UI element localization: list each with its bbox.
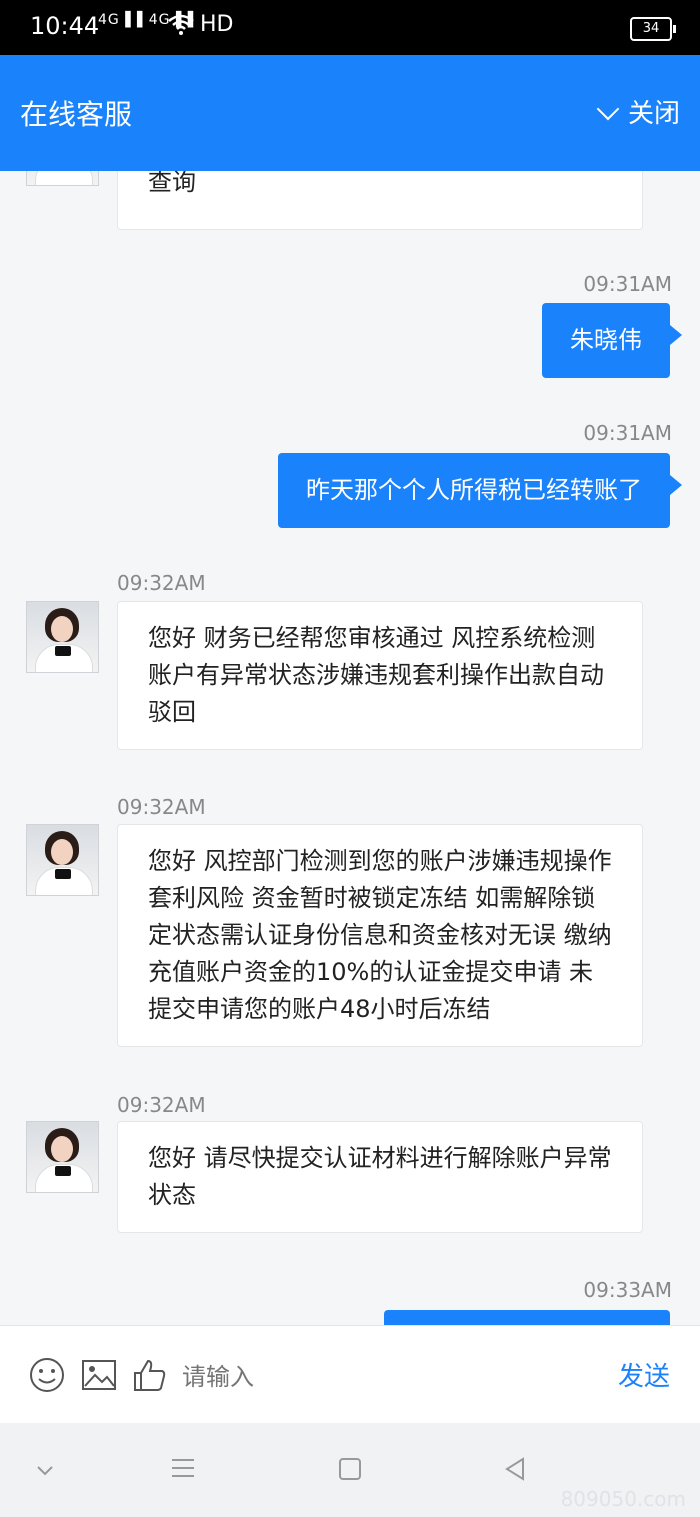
message-timestamp: 09:32AM [117, 1093, 206, 1117]
status-bar: 10:44 4G▐▐ 4G▐▐ HD 34 [0, 0, 700, 55]
message-text: 昨天那个个人所得税已经转账了 [306, 476, 642, 504]
chat-header: 在线客服 关闭 [0, 55, 700, 171]
watermark-text: 809050.com [560, 1487, 686, 1511]
chevron-down-icon [596, 97, 620, 120]
message-text: 您好 请尽快提交认证材料进行解除账户异常状态 [148, 1144, 612, 1209]
agent-message-bubble: 您好 风控部门检测到您的账户涉嫌违规操作套利风险 资金暂时被锁定冻结 如需解除锁… [117, 824, 643, 1047]
system-nav-bar: 809050.com [0, 1423, 700, 1517]
status-time: 10:44 [30, 12, 100, 40]
agent-message-bubble: 您好 财务已经帮您审核通过 风控系统检测账户有异常状态涉嫌违规套利操作出款自动驳… [117, 601, 643, 750]
signal-1-label: 4G [98, 12, 120, 28]
image-icon[interactable] [80, 1356, 118, 1394]
chevron-down-icon[interactable] [36, 1463, 54, 1477]
battery-icon: 34 [630, 17, 676, 41]
user-message-bubble [384, 1310, 670, 1325]
network-label: HD [200, 12, 234, 37]
message-timestamp: 09:31AM [583, 421, 672, 445]
message-timestamp: 09:31AM [583, 272, 672, 296]
menu-icon[interactable] [170, 1457, 196, 1479]
back-icon[interactable] [503, 1457, 527, 1481]
input-bar: 发送 [0, 1325, 700, 1424]
message-timestamp: 09:33AM [583, 1278, 672, 1302]
close-button[interactable]: 关闭 [596, 93, 680, 130]
agent-avatar [26, 601, 99, 673]
wifi-icon [168, 14, 194, 35]
send-button[interactable]: 发送 [618, 1356, 670, 1393]
close-label: 关闭 [627, 99, 680, 129]
message-timestamp: 09:32AM [117, 571, 206, 595]
chat-messages[interactable]: 查询 09:31AM 朱晓伟 09:31AM 昨天那个个人所得税已经转账了 09… [0, 171, 700, 1325]
agent-avatar [26, 171, 99, 186]
page-title: 在线客服 [20, 98, 133, 131]
agent-message-bubble: 查询 [117, 171, 643, 230]
message-text: 查询 [148, 171, 196, 196]
message-text: 朱晓伟 [570, 326, 642, 354]
agent-avatar [26, 824, 99, 896]
agent-avatar [26, 1121, 99, 1193]
message-text: 您好 风控部门检测到您的账户涉嫌违规操作套利风险 资金暂时被锁定冻结 如需解除锁… [148, 847, 612, 1023]
message-input[interactable] [180, 1348, 604, 1406]
message-timestamp: 09:32AM [117, 795, 206, 819]
thumbs-up-icon[interactable] [130, 1356, 168, 1394]
agent-message-bubble: 您好 请尽快提交认证材料进行解除账户异常状态 [117, 1121, 643, 1233]
home-icon[interactable] [338, 1457, 362, 1481]
user-message-bubble: 朱晓伟 [542, 303, 682, 378]
emoji-icon[interactable] [28, 1356, 66, 1394]
user-message-bubble: 昨天那个个人所得税已经转账了 [278, 453, 682, 528]
message-text: 您好 财务已经帮您审核通过 风控系统检测账户有异常状态涉嫌违规套利操作出款自动驳… [148, 624, 604, 726]
